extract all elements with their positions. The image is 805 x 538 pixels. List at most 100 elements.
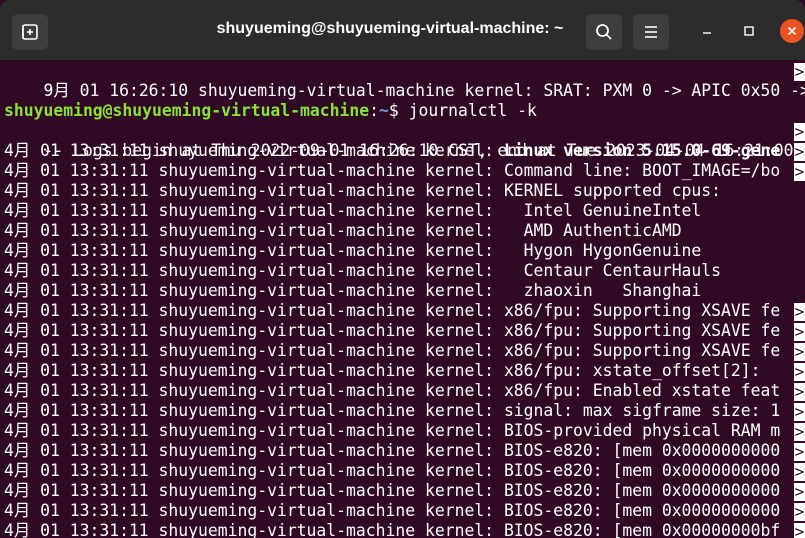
minimize-icon [703,32,711,34]
log-entry-prefix: 4月 01 13:31:11 shuyueming-virtual-machin… [4,521,504,538]
log-entry-message: BIOS-e820: [mem 0x0000000000 [503,501,781,520]
log-entry-prefix: 4月 01 13:31:11 shuyueming-virtual-machin… [4,201,504,220]
log-entry-message: signal: max sigframe size: 1 [503,401,781,420]
log-entry-prefix: 4月 01 13:31:11 shuyueming-virtual-machin… [4,361,504,380]
log-entry-message: AMD AuthenticAMD [503,221,682,240]
log-entry-prefix: 4月 01 13:31:11 shuyueming-virtual-machin… [4,441,504,460]
log-entry-message: BIOS-provided physical RAM m [503,421,781,440]
log-entry-message: KERNEL supported cpus: [503,181,722,200]
log-entry-line: 4月 01 13:31:11 shuyueming-virtual-machin… [4,301,780,321]
log-entry-prefix: 4月 01 13:31:11 shuyueming-virtual-machin… [4,401,504,420]
new-tab-button[interactable] [12,14,48,50]
log-entry-prefix: 4月 01 13:31:11 shuyueming-virtual-machin… [4,421,504,440]
truncation-marker: > [794,422,805,441]
log-entry-line: 4月 01 13:31:11 shuyueming-virtual-machin… [4,521,780,538]
log-entry-prefix: 4月 01 13:31:11 shuyueming-virtual-machin… [4,501,504,520]
maximize-icon [744,26,754,36]
truncation-marker: > [794,462,805,481]
prompt-separator: : [369,101,379,120]
log-entry-line: 4月 01 13:31:11 shuyueming-virtual-machin… [4,381,780,401]
log-entry-line: 4月 01 13:31:11 shuyueming-virtual-machin… [4,481,780,501]
log-entry-prefix: 4月 01 13:31:11 shuyueming-virtual-machin… [4,461,504,480]
close-icon [787,26,797,36]
truncation-marker: > [794,442,805,461]
terminal-output[interactable]: 9月 01 16:26:10 shuyueming-virtual-machin… [0,60,805,538]
log-entry-prefix: 4月 01 13:31:11 shuyueming-virtual-machin… [4,321,504,340]
log-entry-message: Centaur CentaurHauls [503,261,722,280]
terminal-line: 9月 01 16:26:10 shuyueming-virtual-machin… [4,61,805,100]
log-entry-message: x86/fpu: Supporting XSAVE fe [503,341,781,360]
log-entry-line: 4月 01 13:31:11 shuyueming-virtual-machin… [4,181,721,201]
log-entry-prefix: 4月 01 13:31:11 shuyueming-virtual-machin… [4,301,504,320]
log-entry-prefix: 4月 01 13:31:11 shuyueming-virtual-machin… [4,141,504,160]
log-entry-line: 4月 01 13:31:11 shuyueming-virtual-machin… [4,281,701,301]
log-entry-line: 4月 01 13:31:11 shuyueming-virtual-machin… [4,321,780,341]
truncation-marker: > [794,482,805,501]
log-entry-line: 4月 01 13:31:11 shuyueming-virtual-machin… [4,201,701,221]
log-entry-message: Hygon HygonGenuine [503,241,702,260]
new-tab-icon [22,24,38,40]
log-entry-prefix: 4月 01 13:31:11 shuyueming-virtual-machin… [4,221,504,240]
log-entry-message: BIOS-e820: [mem 0x0000000000 [503,461,781,480]
log-entry-line: 4月 01 13:31:11 shuyueming-virtual-machin… [4,441,780,461]
truncation-marker: > [794,162,805,181]
truncation-marker: > [794,523,805,538]
truncation-marker: > [794,302,805,321]
search-button[interactable] [586,14,622,50]
truncation-marker: > [794,62,805,81]
prompt-user-host: shuyueming@shuyueming-virtual-machine [4,101,370,120]
log-entry-prefix: 4月 01 13:31:11 shuyueming-virtual-machin… [4,161,504,180]
log-entry-message: Intel GenuineIntel [503,201,702,220]
truncation-marker: > [794,382,805,401]
log-entry-line: 4月 01 13:31:11 shuyueming-virtual-machin… [4,261,721,281]
log-entry-line: 4月 01 13:31:11 shuyueming-virtual-machin… [4,361,780,381]
log-entry-line: 4月 01 13:31:11 shuyueming-virtual-machin… [4,401,780,421]
truncation-marker: > [794,142,805,161]
line-text: 9月 01 16:26:10 shuyueming-virtual-machin… [43,81,805,100]
truncation-marker: > [794,502,805,521]
log-entry-message: Linux version 5.15.0-69-gene [503,141,781,160]
log-entry-message: x86/fpu: Supporting XSAVE fe [503,301,781,320]
log-entry-message: Command line: BOOT_IMAGE=/bo [503,161,781,180]
log-entry-line: 4月 01 13:31:11 shuyueming-virtual-machin… [4,501,780,521]
prompt-command: journalctl -k [408,101,537,120]
hamburger-menu-icon [645,26,657,38]
log-entry-line: 4月 01 13:31:11 shuyueming-virtual-machin… [4,161,780,181]
logs-begin-line: -- Logs begin at Thu 2022-09-01 16:26:10… [4,121,805,160]
log-entry-message: x86/fpu: Enabled xstate feat [503,381,781,400]
log-entry-prefix: 4月 01 13:31:11 shuyueming-virtual-machin… [4,281,504,300]
search-icon [596,24,612,40]
truncation-marker: > [794,362,805,381]
log-entry-line: 4月 01 13:31:11 shuyueming-virtual-machin… [4,241,701,261]
log-entry-message: x86/fpu: xstate_offset[2]: [503,361,781,380]
truncation-marker: > [794,402,805,421]
log-entry-message: BIOS-e820: [mem 0x00000000bf [503,521,781,538]
prompt-dollar: $ [388,101,409,120]
log-entry-prefix: 4月 01 13:31:11 shuyueming-virtual-machin… [4,261,504,280]
log-entry-prefix: 4月 01 13:31:11 shuyueming-virtual-machin… [4,241,504,260]
log-entry-prefix: 4月 01 13:31:11 shuyueming-virtual-machin… [4,181,504,200]
log-entry-line: 4月 01 13:31:11 shuyueming-virtual-machin… [4,341,780,361]
log-entry-message: zhaoxin Shanghai [503,281,702,300]
log-entry-message: BIOS-e820: [mem 0x0000000000 [503,441,781,460]
maximize-button[interactable] [738,20,760,42]
title-bar: shuyueming@shuyueming-virtual-machine: ~ [0,0,805,60]
truncation-marker: > [794,342,805,361]
log-entry-message: x86/fpu: Supporting XSAVE fe [503,321,781,340]
close-button[interactable] [780,19,804,43]
log-entry-prefix: 4月 01 13:31:11 shuyueming-virtual-machin… [4,341,504,360]
truncation-marker: > [794,322,805,341]
log-entry-line: 4月 01 13:31:11 shuyueming-virtual-machin… [4,421,780,441]
menu-button[interactable] [633,14,669,50]
truncation-marker: > [794,122,805,141]
prompt-path: ~ [379,101,389,120]
minimize-button[interactable] [696,20,718,42]
shell-prompt-line: shuyueming@shuyueming-virtual-machine:~$… [4,101,537,121]
log-entry-prefix: 4月 01 13:31:11 shuyueming-virtual-machin… [4,481,504,500]
log-entry-line: 4月 01 13:31:11 shuyueming-virtual-machin… [4,461,780,481]
log-entry-line: 4月 01 13:31:11 shuyueming-virtual-machin… [4,221,682,241]
log-entry-message: BIOS-e820: [mem 0x0000000000 [503,481,781,500]
window-title: shuyueming@shuyueming-virtual-machine: ~ [216,20,564,37]
log-entry-prefix: 4月 01 13:31:11 shuyueming-virtual-machin… [4,381,504,400]
log-entry-line: 4月 01 13:31:11 shuyueming-virtual-machin… [4,141,780,161]
